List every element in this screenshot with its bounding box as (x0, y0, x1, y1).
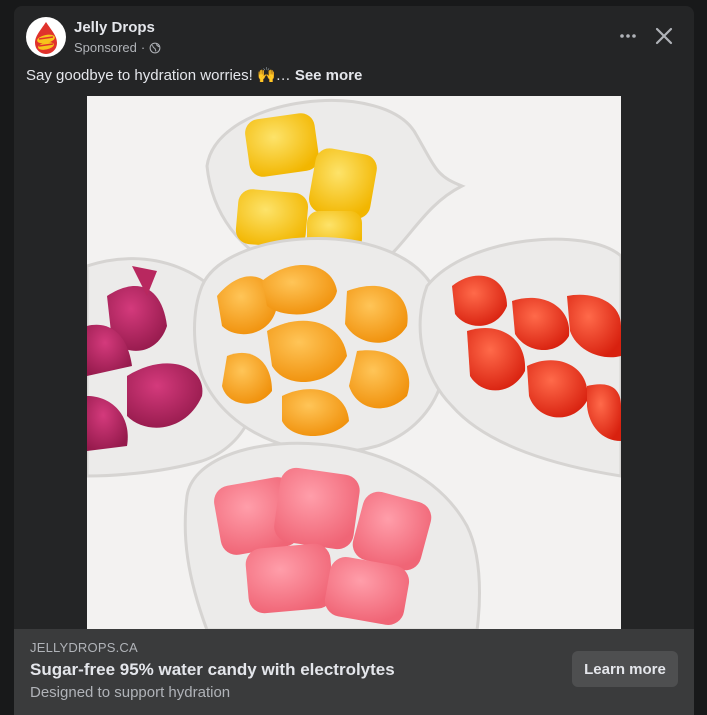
meta-separator: · (140, 40, 146, 55)
post-meta: Sponsored · (74, 40, 161, 55)
close-button[interactable] (648, 20, 680, 52)
link-domain: JELLYDROPS.CA (30, 640, 138, 655)
post-media[interactable] (14, 96, 694, 630)
link-description: Designed to support hydration (30, 684, 231, 701)
globe-icon (149, 42, 161, 53)
more-options-button[interactable] (612, 20, 644, 52)
product-photo (87, 96, 621, 630)
caption-text: Say goodbye to hydration worries! 🙌… (26, 67, 291, 84)
post-caption: Say goodbye to hydration worries! 🙌… See… (26, 66, 362, 84)
page-name-link[interactable]: Jelly Drops (74, 19, 155, 36)
sponsored-post-card: Jelly Drops Sponsored · Say goodbye to h… (14, 6, 694, 715)
close-icon (655, 27, 673, 45)
learn-more-button[interactable]: Learn more (572, 651, 678, 687)
link-headline[interactable]: Sugar-free 95% water candy with electrol… (30, 660, 395, 680)
link-preview[interactable]: JELLYDROPS.CA Sugar-free 95% water candy… (14, 629, 694, 715)
jelly-drops-logo (35, 22, 57, 54)
sponsored-label[interactable]: Sponsored (74, 40, 137, 55)
post-header: Jelly Drops Sponsored · (14, 6, 694, 68)
more-options-icon (620, 34, 636, 38)
page-avatar[interactable] (26, 17, 66, 57)
see-more-link[interactable]: See more (295, 67, 363, 84)
